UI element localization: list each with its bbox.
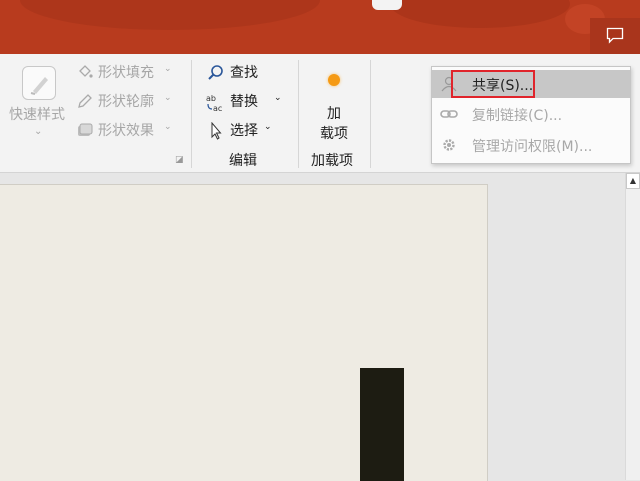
chevron-down-icon: ⌄ <box>164 93 172 103</box>
slide-canvas <box>0 173 625 481</box>
group-separator <box>298 60 299 168</box>
comments-button[interactable] <box>590 18 640 54</box>
replace-icon: ab ac <box>206 93 226 113</box>
copy-link-menu-item-label: 复制链接(C)... <box>472 108 563 124</box>
chevron-down-icon: ⌄ <box>164 64 172 74</box>
group-separator <box>370 60 371 168</box>
addins-label-line1: 加 <box>327 106 341 122</box>
search-icon <box>206 64 226 82</box>
group-separator <box>191 60 192 168</box>
title-bar <box>0 0 640 54</box>
chevron-down-icon: ⌄ <box>34 126 43 137</box>
addins-button-label: 加 载项 <box>312 104 356 144</box>
slide-shape[interactable] <box>360 368 404 481</box>
shape-fill-button[interactable]: 形状填充 ⌄ <box>76 62 186 84</box>
addin-icon <box>328 74 340 86</box>
shape-effects-label: 形状效果 <box>98 123 154 139</box>
shape-fill-label: 形状填充 <box>98 65 154 81</box>
account-avatar[interactable] <box>372 0 402 10</box>
addins-group-label: 加载项 <box>311 153 353 169</box>
quick-style-button[interactable]: 快速样式 ⌄ <box>4 64 70 144</box>
svg-text:ab: ab <box>206 94 216 103</box>
shape-outline-label: 形状轮廓 <box>98 94 154 110</box>
replace-button[interactable]: ab ac 替换 ⌄ <box>206 91 296 113</box>
manage-access-menu-item-label: 管理访问权限(M)... <box>472 139 593 155</box>
copy-link-menu-item[interactable]: 复制链接(C)... <box>432 100 630 128</box>
shape-outline-button[interactable]: 形状轮廓 ⌄ <box>76 91 186 113</box>
svg-text:ac: ac <box>213 104 222 113</box>
vertical-scrollbar[interactable]: ▲ <box>625 173 640 480</box>
pencil-icon <box>76 92 94 110</box>
select-label: 选择 <box>230 123 258 139</box>
title-bar-decoration <box>390 0 570 28</box>
chevron-down-icon: ⌄ <box>274 93 282 103</box>
editing-group-label: 编辑 <box>229 153 257 169</box>
addins-label-line2: 载项 <box>320 126 348 142</box>
slide[interactable] <box>0 184 488 481</box>
chevron-down-icon: ⌄ <box>164 122 172 132</box>
quick-style-icon <box>22 66 56 100</box>
manage-access-menu-item[interactable]: 管理访问权限(M)... <box>432 131 630 159</box>
chevron-down-icon: ⌄ <box>264 122 272 132</box>
gear-icon <box>440 137 458 153</box>
cursor-icon <box>206 121 226 140</box>
shape-effects-icon <box>76 121 94 139</box>
shape-effects-button[interactable]: 形状效果 ⌄ <box>76 120 186 142</box>
quick-style-label: 快速样式 <box>9 107 65 123</box>
link-icon <box>440 106 458 122</box>
replace-label: 替换 <box>230 94 258 110</box>
find-label: 查找 <box>230 65 258 81</box>
find-button[interactable]: 查找 <box>206 62 296 84</box>
scroll-up-arrow-icon[interactable]: ▲ <box>626 173 640 189</box>
dialog-launcher-icon[interactable]: ◪ <box>175 155 184 165</box>
highlight-box <box>451 70 535 98</box>
title-bar-decoration <box>20 0 320 30</box>
comment-icon <box>606 27 624 44</box>
paint-bucket-icon <box>76 63 94 81</box>
select-button[interactable]: 选择 ⌄ <box>206 120 296 142</box>
